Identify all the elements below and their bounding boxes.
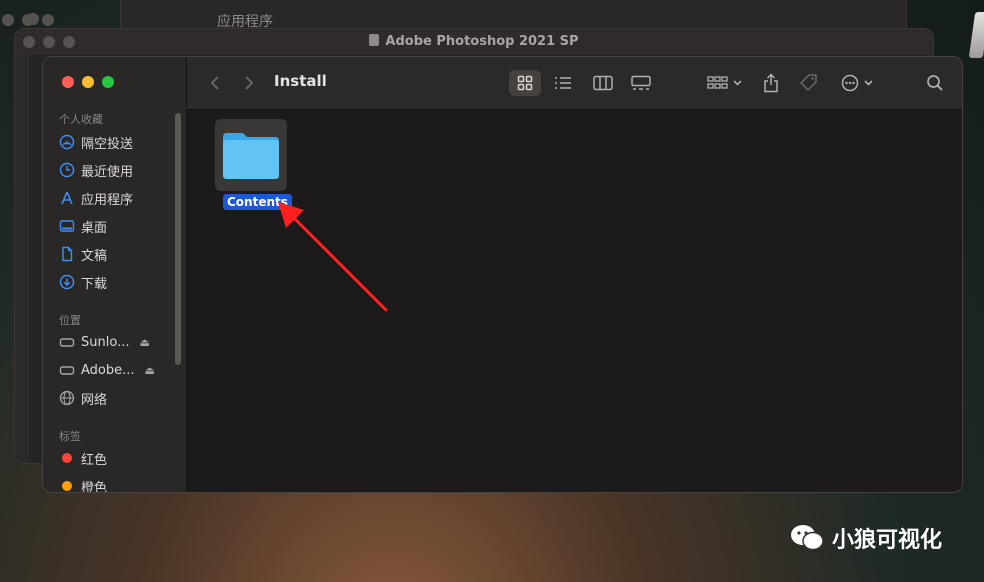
sidebar-item-airdrop[interactable]: 隔空投送 — [59, 131, 133, 153]
back-button[interactable] — [205, 70, 225, 96]
zoom-button[interactable] — [102, 76, 114, 88]
folder-icon — [223, 133, 279, 179]
clock-icon — [59, 162, 75, 178]
tag-icon — [799, 74, 817, 92]
chat-bubble-icon — [791, 525, 824, 551]
sidebar-edge — [15, 55, 29, 463]
forward-button[interactable] — [239, 70, 259, 96]
sidebar-item-downloads[interactable]: 下载 — [59, 271, 107, 293]
sidebar-item-tag-red[interactable]: 红色 — [59, 447, 107, 469]
desktop-disk-icon[interactable] — [968, 12, 984, 58]
list-icon — [555, 77, 571, 89]
ellipsis-circle-icon — [841, 74, 873, 92]
annotation-arrow — [278, 202, 388, 312]
file-item-contents[interactable] — [215, 119, 287, 191]
tag-dot-icon — [62, 453, 72, 463]
sidebar-item-recents[interactable]: 最近使用 — [59, 159, 133, 181]
sidebar-header-tags: 标签 — [59, 430, 81, 443]
sidebar-item-sunlo[interactable]: Sunlo... ⏏ — [59, 331, 150, 353]
airdrop-icon — [59, 134, 75, 150]
view-list-button[interactable] — [547, 70, 579, 96]
share-button[interactable] — [759, 70, 783, 96]
folder-title: Install — [274, 72, 327, 90]
sidebar: 个人收藏 隔空投送 最近使用 应用程序 桌面 文稿 下载 位置 Sunlo...… — [43, 57, 187, 492]
tag-button[interactable] — [795, 70, 823, 96]
disk-icon — [369, 34, 380, 46]
sidebar-item-adobe[interactable]: Adobe... ⏏ — [59, 359, 155, 381]
chevron-right-icon — [245, 76, 254, 90]
disk-icon — [59, 334, 75, 350]
view-icons-button[interactable] — [509, 70, 541, 96]
sidebar-item-documents[interactable]: 文稿 — [59, 243, 107, 265]
desktop-icon — [59, 218, 75, 234]
more-actions-button[interactable] — [839, 70, 879, 96]
minimize-button[interactable] — [82, 76, 94, 88]
eject-icon[interactable]: ⏏ — [145, 364, 155, 377]
document-icon — [59, 246, 75, 262]
chevron-left-icon — [210, 76, 219, 90]
window-title: Adobe Photoshop 2021 SP — [15, 34, 933, 49]
group-by-button[interactable] — [705, 70, 745, 96]
view-gallery-button[interactable] — [625, 70, 657, 96]
eject-icon[interactable]: ⏏ — [139, 336, 149, 349]
columns-icon — [593, 75, 613, 91]
sidebar-item-network[interactable]: 网络 — [59, 387, 107, 409]
sidebar-item-desktop[interactable]: 桌面 — [59, 215, 107, 237]
finder-window: 个人收藏 隔空投送 最近使用 应用程序 桌面 文稿 下载 位置 Sunlo...… — [42, 56, 963, 493]
search-button[interactable] — [923, 70, 947, 96]
download-icon — [59, 274, 75, 290]
gallery-icon — [631, 75, 651, 90]
view-columns-button[interactable] — [587, 70, 619, 96]
toolbar: Install — [187, 57, 962, 110]
sidebar-item-tag-orange[interactable]: 橙色 — [59, 475, 107, 492]
watermark: 小狼可视化 — [790, 522, 942, 554]
share-icon — [764, 73, 778, 93]
group-icon — [707, 76, 742, 89]
apps-icon — [59, 190, 75, 206]
sidebar-item-applications[interactable]: 应用程序 — [59, 187, 133, 209]
globe-icon — [59, 390, 75, 406]
close-button[interactable] — [62, 76, 74, 88]
tag-dot-icon — [62, 481, 72, 491]
sidebar-header-favorites: 个人收藏 — [59, 113, 103, 126]
sidebar-header-locations: 位置 — [59, 314, 81, 327]
grid-icon — [517, 75, 533, 91]
disk-icon — [59, 362, 75, 378]
sidebar-scrollbar[interactable] — [175, 113, 181, 365]
search-icon — [927, 75, 943, 91]
